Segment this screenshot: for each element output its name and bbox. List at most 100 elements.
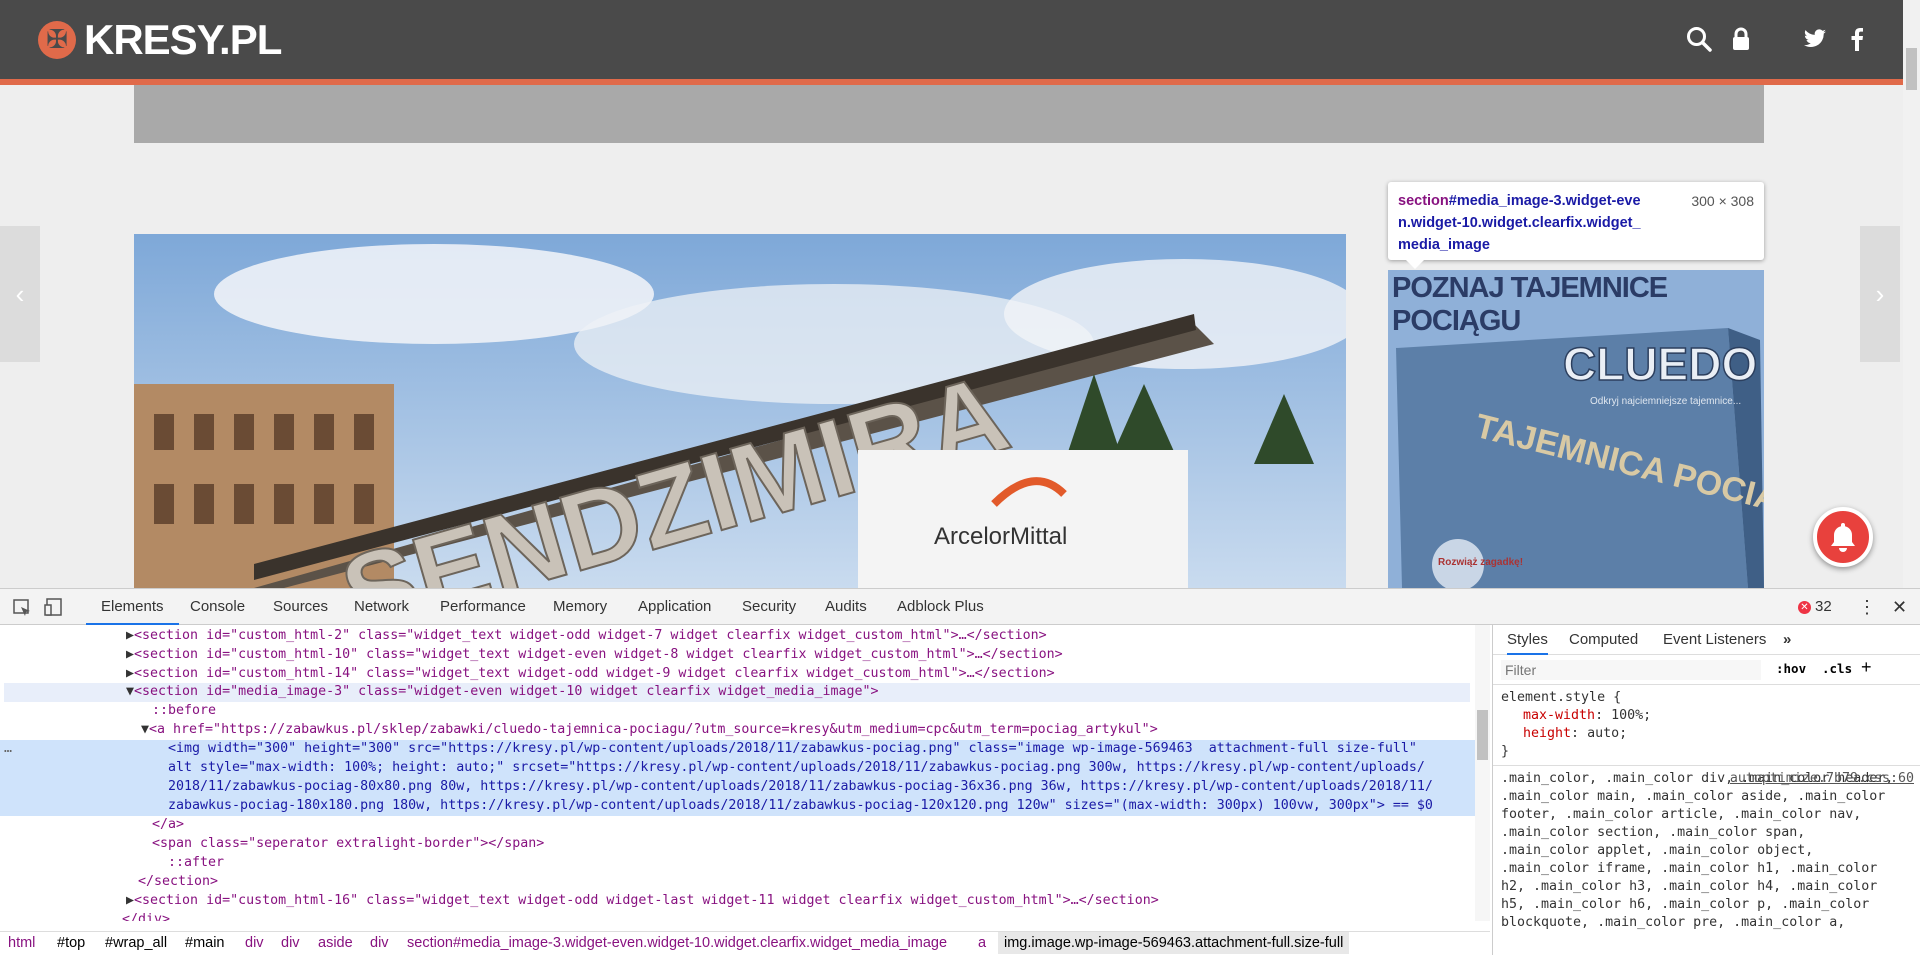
error-counter[interactable]: ✕ 32 (1798, 589, 1832, 625)
dom-node-img-line-2[interactable]: alt style="max-width: 100%; height: auto… (168, 759, 1490, 778)
hero-photo: SENDZIMIRA ArcelorMittal (134, 234, 1346, 588)
tab-console[interactable]: Console (190, 589, 245, 625)
tooltip-dimensions: 300 × 308 (1691, 193, 1754, 209)
ad-tagline: Odkryj najciemniejsze tajemnice... (1590, 396, 1741, 407)
close-devtools-icon[interactable]: ✕ (1892, 589, 1907, 625)
sidebar-ad-image[interactable]: POZNAJ TAJEMNICE POCIĄGU CLUEDO Odkryj n… (1388, 270, 1764, 588)
tab-adblock-plus[interactable]: Adblock Plus (897, 589, 984, 625)
dom-node-section-close[interactable]: </section> (138, 873, 1490, 892)
dom-node-anchor[interactable]: ▼<a href="https://zabawkus.pl/sklep/zaba… (141, 721, 1490, 740)
dom-node-separator-span[interactable]: <span class="seperator extralight-border… (152, 835, 1490, 854)
dom-node-anchor-close[interactable]: </a> (152, 816, 1490, 835)
slider-prev-button[interactable]: ‹ (0, 226, 40, 362)
chevron-left-icon: ‹ (15, 278, 25, 309)
elements-scrollbar[interactable] (1475, 625, 1490, 921)
ad-badge: Rozwiąż zagadkę! (1438, 557, 1523, 568)
tooltip-selector-3: media_image (1398, 237, 1490, 253)
styles-filter-bar: :hov .cls + (1493, 655, 1920, 685)
twitter-icon[interactable] (1800, 24, 1830, 54)
tooltip-selector-2: n.widget-10.widget.clearfix.widget_ (1398, 215, 1641, 231)
more-options-icon[interactable]: ⋮ (1858, 589, 1876, 625)
tooltip-selector-1: #media_image-3.widget-eve (1448, 193, 1641, 209)
tab-elements[interactable]: Elements (86, 589, 179, 625)
lock-icon[interactable] (1726, 24, 1756, 54)
rule-selectors: .main_color, .main_color div, .main_colo… (1501, 771, 1894, 930)
tooltip-tag: section (1398, 193, 1449, 209)
tooltip-arrow (1405, 259, 1425, 269)
article-hero-image[interactable]: SENDZIMIRA ArcelorMittal (134, 234, 1346, 588)
tab-memory[interactable]: Memory (553, 589, 607, 625)
style-prop-max-width[interactable]: max-width: 100%; (1501, 707, 1912, 725)
crumb-html[interactable]: html (8, 932, 35, 954)
crumb-a[interactable]: a (978, 932, 986, 954)
social-icons (1788, 24, 1872, 54)
more-tabs-icon[interactable]: » (1783, 625, 1791, 655)
tab-computed[interactable]: Computed (1569, 625, 1638, 655)
element-style-header: element.style { (1501, 690, 1622, 705)
crumb-aside[interactable]: aside (318, 932, 353, 954)
tab-event-listeners[interactable]: Event Listeners (1663, 625, 1766, 655)
dom-node-img-line-4[interactable]: zabawkus-pociag-180x180.png 180w, https:… (168, 797, 1490, 816)
arcelor-sign: ArcelorMittal (934, 523, 1067, 550)
tab-application[interactable]: Application (638, 589, 711, 625)
css-rule: autoptimize…7b79.css:60 .main_color, .ma… (1493, 765, 1920, 932)
notification-bell-button[interactable] (1813, 507, 1873, 567)
site-header: ✠ KRESY.PL (0, 0, 1903, 79)
crumb-img[interactable]: img.image.wp-image-569463.attachment-ful… (998, 932, 1350, 954)
device-toolbar-icon[interactable] (44, 589, 64, 625)
dom-node-custom-html-14[interactable]: ▶<section id="custom_html-14" class="wid… (126, 665, 1490, 684)
logo-cross-icon: ✠ (38, 21, 76, 59)
pseudo-before[interactable]: ::before (152, 702, 1490, 721)
dom-node-custom-html-16[interactable]: ▶<section id="custom_html-16" class="wid… (126, 892, 1490, 911)
header-icons (1672, 24, 1756, 54)
hov-toggle[interactable]: :hov (1776, 661, 1806, 676)
styles-pane: Styles Computed Event Listeners » :hov .… (1492, 625, 1920, 955)
error-icon: ✕ (1798, 600, 1811, 614)
crumb-wrap-all[interactable]: #wrap_all (105, 932, 167, 954)
styles-filter-input[interactable] (1501, 660, 1761, 680)
element-style-close: } (1501, 744, 1510, 759)
page-scrollbar[interactable] (1903, 0, 1920, 588)
slider-next-button[interactable]: › (1860, 226, 1900, 362)
tab-styles[interactable]: Styles (1507, 625, 1548, 655)
cls-toggle[interactable]: .cls (1822, 661, 1852, 676)
dom-node-img-line-1[interactable]: <img width="300" height="300" src="https… (168, 740, 1490, 759)
crumb-section[interactable]: section#media_image-3.widget-even.widget… (407, 932, 947, 954)
bell-icon (1831, 523, 1855, 552)
facebook-icon[interactable] (1842, 24, 1872, 54)
page-scroll-thumb[interactable] (1906, 48, 1917, 90)
tab-security[interactable]: Security (742, 589, 796, 625)
logo-text: KRESY.PL (84, 16, 282, 63)
styles-rules: element.style { max-width: 100%; height:… (1493, 685, 1920, 936)
dom-node-div-close[interactable]: </div> (122, 911, 1490, 921)
crumb-div-2[interactable]: div (281, 932, 300, 954)
devtools-panel: Elements Console Sources Network Perform… (0, 588, 1920, 955)
crumb-main[interactable]: #main (185, 932, 225, 954)
error-count: 32 (1815, 598, 1832, 615)
tab-performance[interactable]: Performance (440, 589, 526, 625)
crumb-top[interactable]: #top (57, 932, 85, 954)
site-logo[interactable]: ✠ KRESY.PL (38, 16, 282, 63)
tab-network[interactable]: Network (354, 589, 409, 625)
pseudo-after[interactable]: ::after (168, 854, 1490, 873)
breadcrumb: html #top #wrap_all #main div div aside … (0, 931, 1490, 955)
banner-placeholder (134, 85, 1764, 143)
elements-scroll-thumb[interactable] (1477, 710, 1488, 760)
dom-node-custom-html-2[interactable]: ▶<section id="custom_html-2" class="widg… (126, 627, 1490, 646)
search-icon[interactable] (1684, 24, 1714, 54)
rule-source-link[interactable]: autoptimize…7b79.css:60 (1730, 770, 1914, 788)
tab-audits[interactable]: Audits (825, 589, 867, 625)
style-prop-height[interactable]: height: auto; (1501, 725, 1912, 743)
dom-node-media-image-3[interactable]: ▼<section id="media_image-3" class="widg… (4, 683, 1470, 702)
devtools-tabbar: Elements Console Sources Network Perform… (0, 589, 1920, 625)
add-rule-icon[interactable]: + (1861, 657, 1872, 678)
tab-sources[interactable]: Sources (273, 589, 328, 625)
dom-node-img-line-3[interactable]: 2018/11/zabawkus-pociag-80x80.png 80w, h… (168, 778, 1490, 797)
element-inspect-tooltip: section#media_image-3.widget-eve n.widge… (1388, 182, 1764, 260)
crumb-div-1[interactable]: div (245, 932, 264, 954)
crumb-div-3[interactable]: div (370, 932, 389, 954)
dom-node-custom-html-10[interactable]: ▶<section id="custom_html-10" class="wid… (126, 646, 1490, 665)
chevron-right-icon: › (1875, 278, 1885, 309)
inspect-element-icon[interactable] (12, 589, 32, 625)
elements-tree[interactable]: ▶<section id="custom_html-2" class="widg… (0, 625, 1490, 921)
